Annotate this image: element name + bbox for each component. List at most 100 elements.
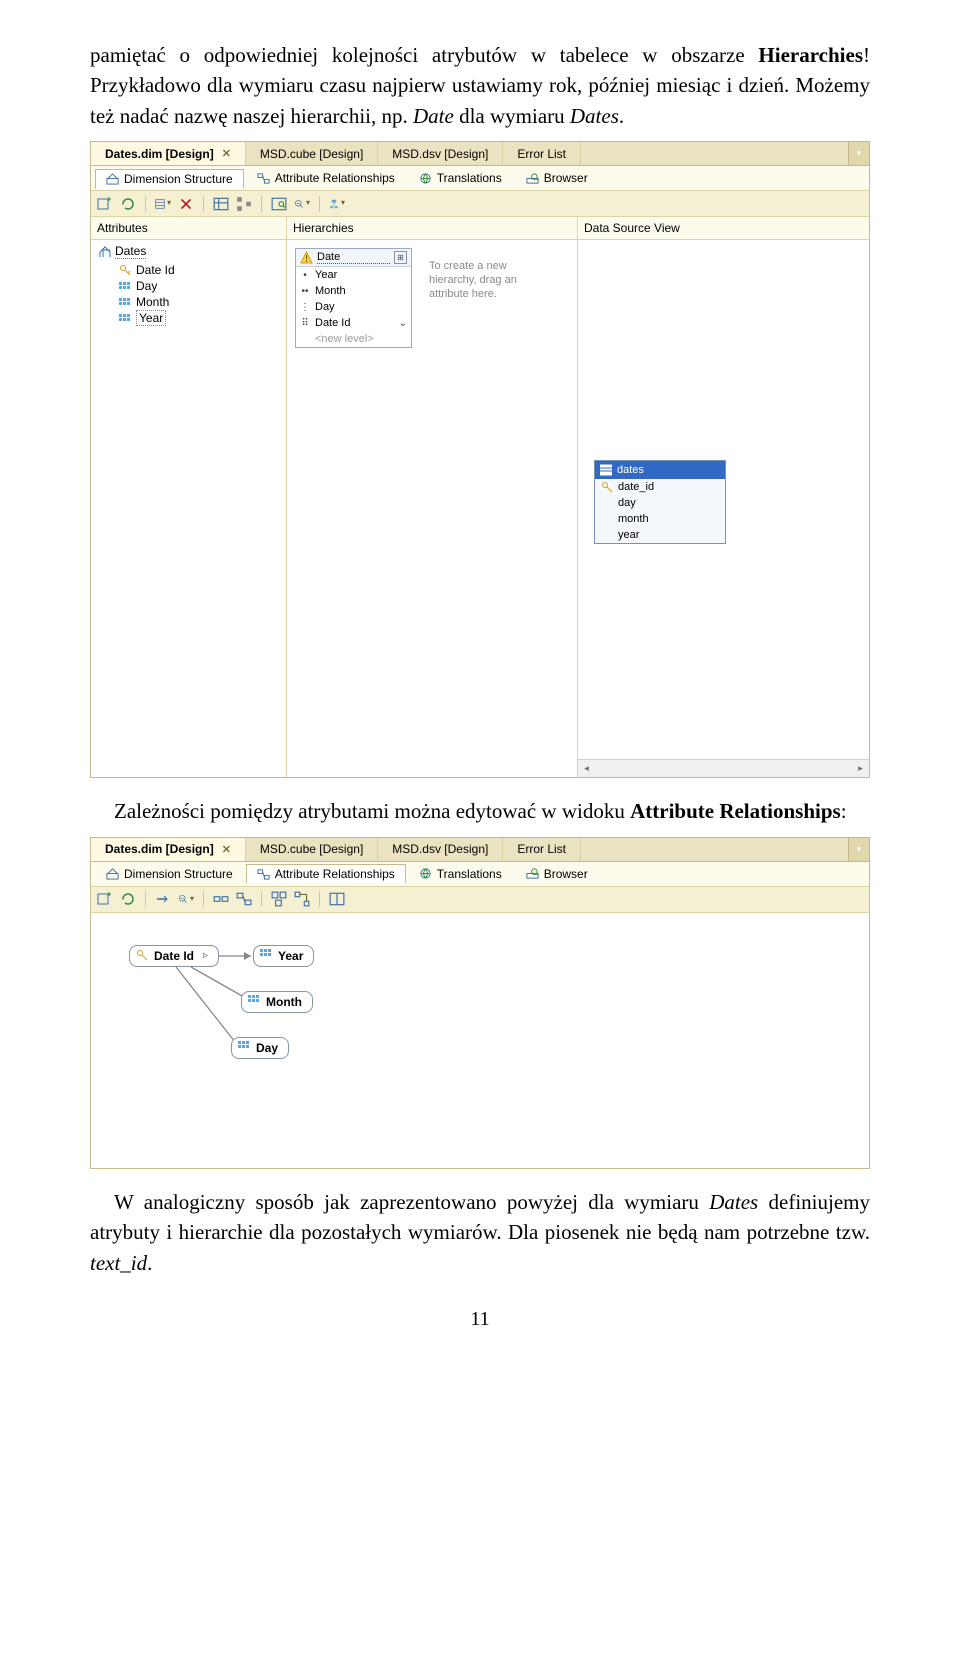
- toolbar-zoom-button[interactable]: [294, 196, 310, 212]
- toolbar-expand-shapes-button[interactable]: [213, 891, 229, 907]
- toolbar-add-bi-button[interactable]: [97, 196, 113, 212]
- tab-msd-cube[interactable]: MSD.cube [Design]: [246, 142, 378, 165]
- hierarchy-level-day[interactable]: ⋮ Day: [296, 299, 411, 315]
- hierarchy-level-month[interactable]: •• Month: [296, 283, 411, 299]
- toolbar-tree-button[interactable]: [236, 196, 252, 212]
- dsv-column-month[interactable]: month: [595, 511, 725, 527]
- hierarchy-card-header[interactable]: Date ⊞: [296, 249, 411, 267]
- tab-msd-dsv[interactable]: MSD.dsv [Design]: [378, 142, 503, 165]
- dimension-structure-icon: [106, 867, 119, 880]
- toolbar-separator: [145, 196, 146, 212]
- hierarchy-card-date[interactable]: Date ⊞ • Year •• Month ⋮: [295, 248, 412, 348]
- column-icon: [601, 497, 613, 509]
- toolbar-separator: [319, 196, 320, 212]
- tab-label: MSD.cube [Design]: [260, 842, 363, 856]
- tab-label: Dates.dim [Design]: [105, 842, 214, 856]
- subtab-translations[interactable]: Translations: [408, 864, 513, 884]
- scroll-left-icon[interactable]: ◂: [578, 763, 595, 774]
- attribute-year[interactable]: Year: [119, 310, 282, 326]
- toolbar-zoom-button[interactable]: [178, 891, 194, 907]
- toolbar-separator: [261, 891, 262, 907]
- dsv-column-day[interactable]: day: [595, 495, 725, 511]
- toolbar-process-button[interactable]: [120, 891, 136, 907]
- node-year[interactable]: Year: [253, 945, 314, 967]
- dsv-column-date-id[interactable]: date_id: [595, 479, 725, 495]
- toolbar-writeback-button[interactable]: [329, 196, 345, 212]
- attribute-relationships-icon: [257, 172, 270, 185]
- paragraph-3: W analogiczny sposób jak zaprezentowano …: [90, 1187, 870, 1278]
- expand-icon[interactable]: ⊞: [394, 251, 407, 264]
- dimension-icon: [99, 246, 111, 258]
- subtab-dimension-structure[interactable]: Dimension Structure: [95, 169, 244, 189]
- node-date-id[interactable]: Date Id ▹: [129, 945, 219, 967]
- dsv-horizontal-scrollbar[interactable]: ◂ ▸: [578, 759, 869, 777]
- dsv-table-name: dates: [617, 464, 644, 476]
- tab-msd-dsv[interactable]: MSD.dsv [Design]: [378, 838, 503, 861]
- subtab-translations[interactable]: Translations: [408, 168, 513, 188]
- tab-overflow-button[interactable]: ▾: [848, 838, 869, 861]
- attribute-date-id[interactable]: Date Id: [119, 262, 282, 278]
- hierarchy-new-level[interactable]: <new level>: [296, 331, 411, 347]
- level-label: Date Id: [315, 317, 350, 329]
- subtab-attribute-relationships[interactable]: Attribute Relationships: [246, 168, 406, 188]
- tree-label: Date Id: [136, 263, 175, 277]
- hierarchy-drop-hint: To create a new hierarchy, drag an attri…: [429, 260, 534, 301]
- tab-label: Error List: [517, 842, 566, 856]
- toolbar-collapse-shapes-button[interactable]: [236, 891, 252, 907]
- screenshot-dimension-structure: Dates.dim [Design] ✕ MSD.cube [Design] M…: [90, 141, 870, 778]
- node-label: Day: [256, 1041, 278, 1055]
- subtab-browser[interactable]: Browser: [515, 864, 599, 884]
- expand-handle-icon[interactable]: ▹: [203, 950, 208, 961]
- close-icon[interactable]: ✕: [222, 843, 231, 856]
- dsv-column-year[interactable]: year: [595, 527, 725, 543]
- toolbar-find-button[interactable]: [271, 196, 287, 212]
- tab-dates-dim[interactable]: Dates.dim [Design] ✕: [91, 838, 246, 861]
- designer-panes: Attributes Dates: [91, 217, 869, 777]
- subtab-attribute-relationships[interactable]: Attribute Relationships: [246, 864, 406, 884]
- close-icon[interactable]: ✕: [222, 147, 231, 160]
- toolbar-separator: [261, 196, 262, 212]
- designer-subtabs: Dimension Structure Attribute Relationsh…: [91, 862, 869, 887]
- pane-header-dsv: Data Source View: [578, 217, 869, 240]
- level-marker-icon: ⠿: [300, 318, 310, 329]
- tab-error-list[interactable]: Error List: [503, 142, 581, 165]
- toolbar-separator: [145, 891, 146, 907]
- toolbar-table-button[interactable]: [213, 196, 229, 212]
- tab-msd-cube[interactable]: MSD.cube [Design]: [246, 838, 378, 861]
- tab-overflow-button[interactable]: ▾: [848, 142, 869, 165]
- attribute-month[interactable]: Month: [119, 294, 282, 310]
- attributes-root-dates[interactable]: Dates: [99, 244, 282, 259]
- page-number: 11: [90, 1308, 870, 1331]
- attribute-icon: [119, 313, 131, 323]
- tab-dates-dim[interactable]: Dates.dim [Design] ✕: [91, 142, 246, 165]
- relationships-diagram[interactable]: Date Id ▹ Year Month Day: [91, 913, 869, 1168]
- subtab-browser[interactable]: Browser: [515, 168, 599, 188]
- toolbar-arrange-shapes-button[interactable]: [271, 891, 287, 907]
- node-day[interactable]: Day: [231, 1037, 289, 1059]
- attribute-day[interactable]: Day: [119, 278, 282, 294]
- hierarchy-level-year[interactable]: • Year: [296, 267, 411, 283]
- p3-text-a: W analogiczny sposób jak zaprezentowano …: [114, 1190, 709, 1214]
- document-tabs: Dates.dim [Design] ✕ MSD.cube [Design] M…: [91, 838, 869, 862]
- dsv-table-dates[interactable]: dates date_id day: [594, 460, 726, 544]
- screenshot-attribute-relationships: Dates.dim [Design] ✕ MSD.cube [Design] M…: [90, 837, 870, 1169]
- attribute-icon: [238, 1041, 251, 1054]
- toolbar-add-bi-button[interactable]: [97, 891, 113, 907]
- hierarchy-level-date-id[interactable]: ⠿ Date Id ⌄: [296, 315, 411, 331]
- scroll-right-icon[interactable]: ▸: [852, 763, 869, 774]
- p3-italic-textid: text_id: [90, 1251, 147, 1275]
- toolbar-show-list-button[interactable]: [329, 891, 345, 907]
- level-marker-icon: •: [300, 270, 310, 281]
- toolbar-process-button[interactable]: [120, 196, 136, 212]
- toolbar-view-button[interactable]: [155, 196, 171, 212]
- tab-label: Error List: [517, 147, 566, 161]
- tab-error-list[interactable]: Error List: [503, 838, 581, 861]
- toolbar-delete-button[interactable]: [178, 196, 194, 212]
- toolbar-new-relationship-button[interactable]: [155, 891, 171, 907]
- toolbar-arrange-auto-button[interactable]: [294, 891, 310, 907]
- p3-text-e: .: [147, 1251, 152, 1275]
- dsv-table-header[interactable]: dates: [595, 461, 725, 479]
- node-month[interactable]: Month: [241, 991, 313, 1013]
- subtab-dimension-structure[interactable]: Dimension Structure: [95, 864, 244, 884]
- tab-label: MSD.cube [Design]: [260, 147, 363, 161]
